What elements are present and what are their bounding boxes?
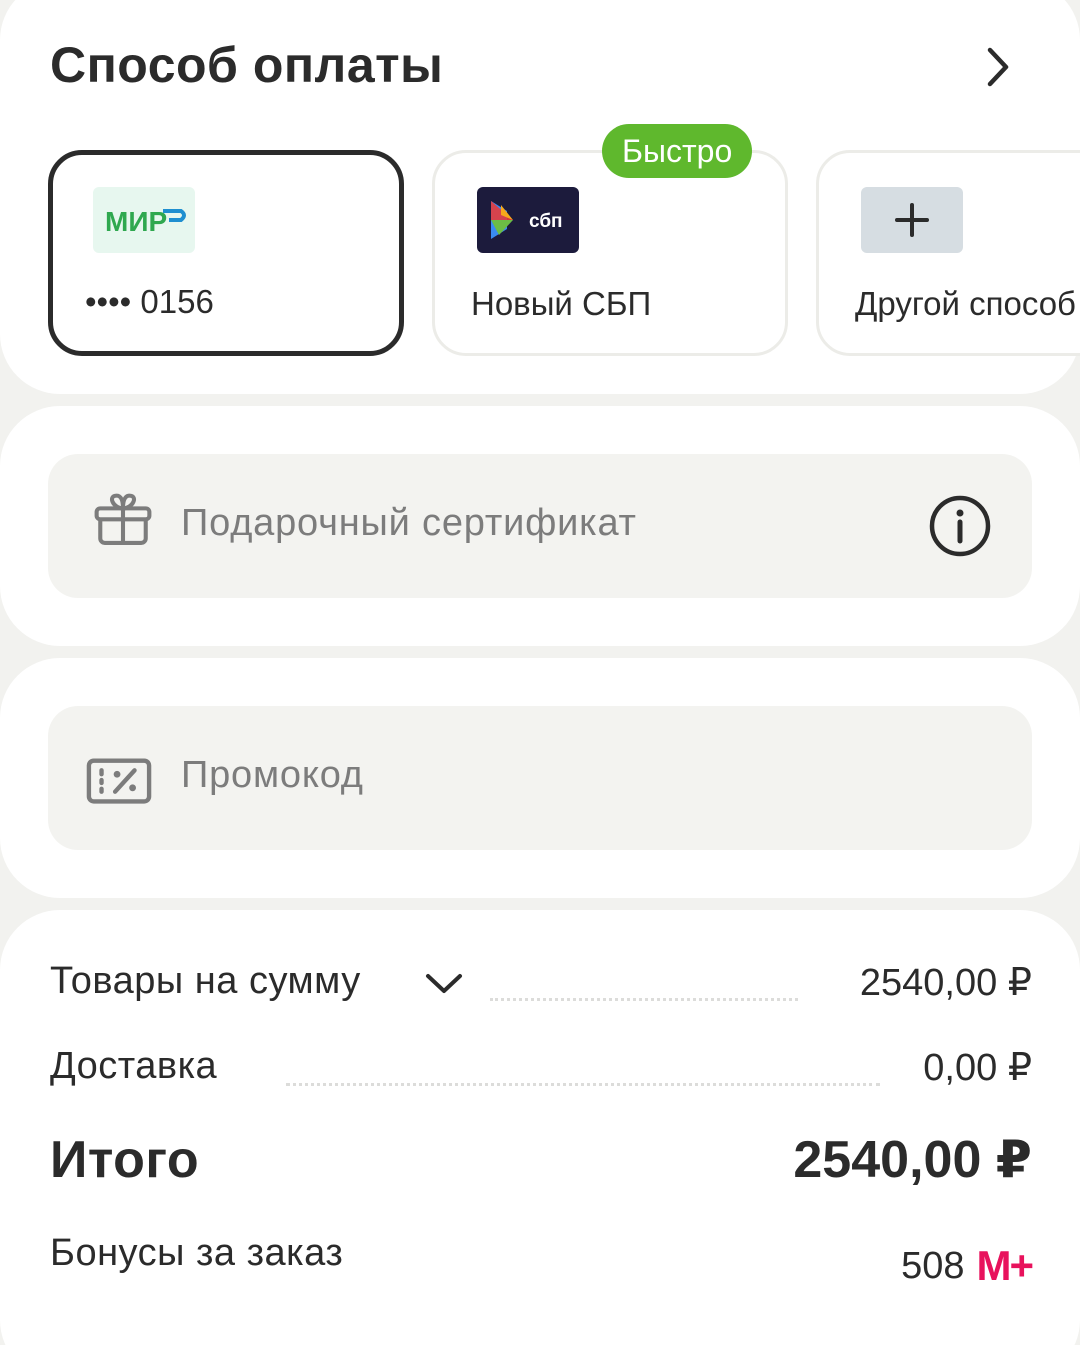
payment-option-mir-card[interactable]: МИР •••• 0156 — [48, 150, 404, 356]
dotted-leader — [490, 998, 798, 1001]
plus-icon — [861, 187, 963, 253]
sbp-logo-text: сбп — [529, 211, 563, 232]
payment-option-sbp[interactable]: сбп Новый СБП — [432, 150, 788, 356]
promo-code-placeholder: Промокод — [181, 754, 364, 796]
payment-method-title: Способ оплаты — [50, 37, 444, 93]
gift-certificate-placeholder: Подарочный сертификат — [181, 502, 637, 544]
total-row: Итого 2540,00 ₽ — [50, 1130, 1032, 1194]
payment-option-label: •••• 0156 — [85, 283, 214, 320]
bonus-value: 508 — [901, 1244, 965, 1287]
payment-option-label: Другой способ — [855, 285, 1076, 322]
delivery-label: Доставка — [50, 1045, 218, 1087]
dotted-leader — [286, 1083, 880, 1086]
mir-logo-text: МИР — [105, 206, 167, 237]
goods-label: Товары на сумму — [50, 960, 361, 1002]
promo-code-field[interactable]: Промокод — [48, 706, 1032, 850]
promo-icon — [86, 758, 152, 804]
order-summary-section: Товары на сумму 2540,00 ₽ Доставка 0,00 … — [0, 910, 1080, 1345]
delivery-value: 0,00 ₽ — [923, 1047, 1032, 1089]
chevron-down-icon[interactable] — [422, 968, 466, 998]
info-icon[interactable] — [928, 494, 992, 558]
gift-certificate-section: Подарочный сертификат — [0, 406, 1080, 646]
promo-code-section: Промокод — [0, 658, 1080, 898]
bonus-value-group: 508 М+ — [901, 1242, 1034, 1290]
delivery-row: Доставка 0,00 ₽ — [50, 1045, 1032, 1095]
fast-badge: Быстро — [602, 124, 753, 178]
payment-option-other[interactable]: Другой способ — [816, 150, 1080, 356]
sbp-logo: сбп — [477, 187, 579, 253]
goods-value: 2540,00 ₽ — [859, 962, 1032, 1004]
total-label: Итого — [50, 1131, 200, 1189]
bonus-label: Бонусы за заказ — [50, 1232, 344, 1274]
gift-certificate-field[interactable]: Подарочный сертификат — [48, 454, 1032, 598]
bonus-row: Бонусы за заказ 508 М+ — [50, 1232, 1034, 1292]
total-value: 2540,00 ₽ — [793, 1131, 1032, 1189]
bonus-logo: М+ — [976, 1242, 1033, 1289]
goods-row: Товары на сумму 2540,00 ₽ — [50, 960, 1032, 1010]
mir-logo: МИР — [93, 187, 195, 253]
gift-icon — [94, 493, 152, 545]
payment-option-label: Новый СБП — [471, 285, 652, 322]
chevron-right-icon[interactable] — [980, 42, 1016, 92]
